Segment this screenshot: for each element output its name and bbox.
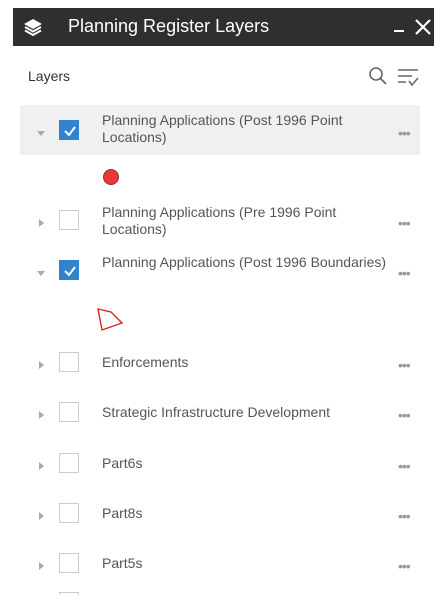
expand-arrow-icon[interactable]	[36, 407, 46, 419]
minimize-icon[interactable]	[391, 12, 407, 40]
search-icon[interactable]	[368, 66, 388, 86]
more-options-icon[interactable]: •••	[398, 216, 418, 230]
panel-title: Planning Register Layers	[68, 16, 270, 36]
layer-label: Planning Applications (Post 1996 Point L…	[102, 112, 343, 145]
layers-label: Layers	[28, 68, 71, 84]
layer-checkbox[interactable]	[59, 402, 79, 422]
more-options-icon[interactable]: •••	[398, 408, 418, 422]
layer-label: Planning Applications (Pre 1996 Point Lo…	[102, 204, 337, 237]
layer-checkbox[interactable]	[59, 120, 79, 140]
expand-arrow-icon[interactable]	[36, 508, 46, 520]
layer-label: Part6s	[102, 455, 143, 471]
expand-arrow-icon[interactable]	[36, 215, 46, 227]
more-options-icon[interactable]: •••	[398, 358, 418, 372]
layer-row-partial[interactable]	[20, 590, 420, 595]
more-options-icon[interactable]: •••	[398, 266, 418, 280]
layer-row-post-1996-points[interactable]: Planning Applications (Post 1996 Point L…	[20, 105, 420, 155]
layer-row-post-1996-boundaries[interactable]: Planning Applications (Post 1996 Boundar…	[20, 245, 420, 295]
expand-arrow-icon[interactable]	[36, 357, 46, 369]
layer-checkbox[interactable]	[59, 352, 79, 372]
close-icon[interactable]	[413, 11, 433, 41]
layer-checkbox[interactable]	[59, 453, 79, 473]
more-options-icon[interactable]: •••	[398, 126, 418, 140]
layer-label: Part8s	[102, 505, 143, 521]
layer-checkbox[interactable]	[59, 503, 79, 523]
layer-row-pre-1996-points[interactable]: Planning Applications (Pre 1996 Point Lo…	[20, 195, 420, 245]
layer-row-part5s[interactable]: Part5s •••	[20, 538, 420, 588]
layers-icon	[23, 17, 43, 37]
layer-row-strategic-infrastructure[interactable]: Strategic Infrastructure Development •••	[20, 387, 420, 437]
layer-checkbox[interactable]	[59, 553, 79, 573]
filter-icon[interactable]	[396, 66, 420, 88]
more-options-icon[interactable]: •••	[398, 559, 418, 573]
collapse-arrow-icon[interactable]	[36, 265, 46, 276]
more-options-icon[interactable]: •••	[398, 509, 418, 523]
layer-label: Planning Applications (Post 1996 Boundar…	[102, 254, 387, 270]
layer-checkbox[interactable]	[59, 260, 79, 280]
expand-arrow-icon[interactable]	[36, 558, 46, 570]
collapse-arrow-icon[interactable]	[36, 125, 46, 136]
layer-checkbox[interactable]	[59, 210, 79, 230]
layer-row-part6s[interactable]: Part6s •••	[20, 438, 420, 488]
layer-row-part8s[interactable]: Part8s •••	[20, 488, 420, 538]
layer-label: Part5s	[102, 555, 143, 571]
legend-symbol-red-polygon-outline	[95, 306, 125, 339]
legend-symbol-red-circle	[103, 169, 119, 185]
expand-arrow-icon[interactable]	[36, 458, 46, 470]
layer-row-enforcements[interactable]: Enforcements •••	[20, 337, 420, 387]
layer-label: Enforcements	[102, 354, 189, 370]
layer-label: Strategic Infrastructure Development	[102, 404, 330, 420]
panel-header: Planning Register Layers	[13, 8, 434, 46]
more-options-icon[interactable]: •••	[398, 459, 418, 473]
